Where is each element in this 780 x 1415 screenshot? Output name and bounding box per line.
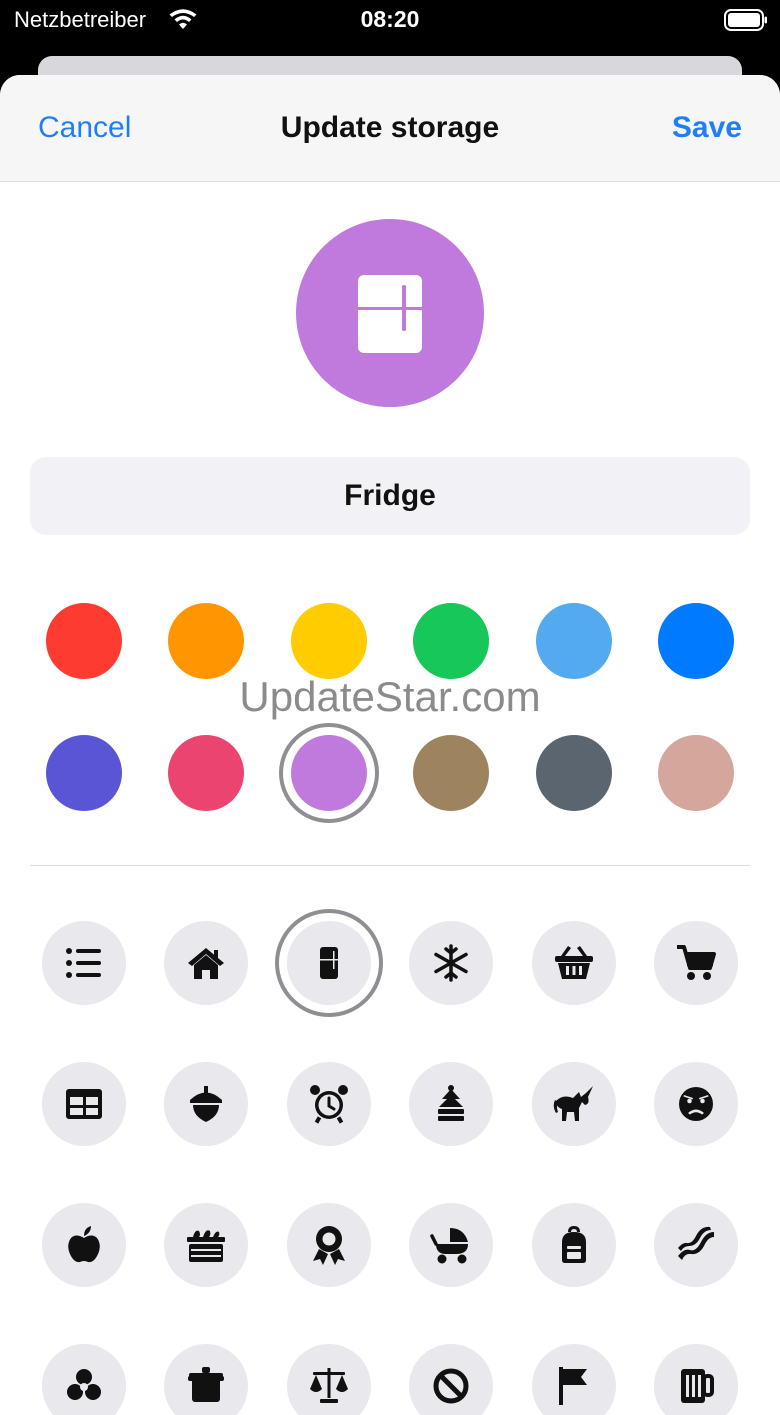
- icon-option-home[interactable]: [164, 921, 249, 1005]
- angry-face-icon: [679, 1087, 713, 1121]
- color-swatch[interactable]: [168, 603, 245, 679]
- acorn-icon: [190, 1086, 223, 1122]
- suitcase-icon: [188, 1367, 225, 1402]
- icon-option-beer[interactable]: [654, 1344, 738, 1415]
- storage-name-input[interactable]: [30, 457, 750, 535]
- icon-option-flag[interactable]: [531, 1344, 616, 1415]
- icon-option-biohazard[interactable]: [42, 1344, 126, 1415]
- icon-option-backpack[interactable]: [531, 1203, 616, 1287]
- apple-icon: [68, 1226, 100, 1263]
- icon-option-snowflake[interactable]: [409, 921, 494, 1005]
- icon-option-list[interactable]: [42, 921, 126, 1005]
- icon-option-acorn[interactable]: [164, 1062, 249, 1146]
- icon-option-cart[interactable]: [654, 921, 738, 1005]
- cart-icon: [677, 945, 716, 980]
- watermark: UpdateStar.com: [239, 673, 541, 720]
- clock: 08:20: [360, 6, 420, 32]
- icon-option-suitcase[interactable]: [164, 1344, 249, 1415]
- storage-preview-avatar: [296, 219, 484, 407]
- color-swatch[interactable]: [290, 603, 367, 679]
- selected-icon-ring: [274, 909, 383, 1017]
- color-swatch[interactable]: [658, 735, 734, 811]
- beer-icon: [681, 1369, 714, 1403]
- icon-option-award[interactable]: [286, 1203, 371, 1287]
- icon-option-bacon[interactable]: [654, 1203, 738, 1287]
- color-swatch[interactable]: [413, 735, 490, 811]
- navigation-bar: Cancel Update storage Save: [0, 75, 780, 182]
- color-swatch[interactable]: [535, 603, 612, 679]
- ban-icon: [433, 1368, 469, 1404]
- update-storage-sheet: Cancel Update storage Save UpdateStar.co…: [0, 75, 780, 1415]
- icon-option-alarm-clock[interactable]: [286, 1062, 371, 1146]
- basket-icon: [554, 946, 593, 979]
- icon-option-angry-face[interactable]: [654, 1062, 738, 1146]
- fridge-icon: [358, 275, 422, 353]
- table-icon: [66, 1089, 102, 1119]
- color-swatch[interactable]: [168, 735, 245, 811]
- flag-icon: [558, 1367, 587, 1405]
- alarm-clock-icon: [309, 1085, 348, 1124]
- icon-option-table[interactable]: [42, 1062, 126, 1146]
- list-icon: [66, 948, 101, 978]
- home-icon: [188, 948, 225, 979]
- icon-option-scale[interactable]: [286, 1344, 371, 1415]
- battery-icon: [724, 9, 767, 31]
- tree-icon: [438, 1085, 465, 1121]
- icon-option-tree[interactable]: [409, 1062, 494, 1146]
- biohazard-icon: [67, 1369, 101, 1400]
- icon-option-crate[interactable]: [164, 1203, 249, 1287]
- color-swatch[interactable]: [46, 735, 122, 811]
- icon-option-basket[interactable]: [531, 921, 616, 1005]
- icon-option-unicorn[interactable]: [531, 1062, 616, 1146]
- unicorn-icon: [553, 1086, 593, 1121]
- icon-option-apple[interactable]: [42, 1203, 126, 1287]
- crate-icon: [187, 1230, 226, 1262]
- award-icon: [312, 1226, 345, 1265]
- section-divider: [30, 865, 750, 866]
- save-button[interactable]: Save: [672, 111, 742, 145]
- selected-color-ring: [278, 723, 379, 823]
- color-swatch[interactable]: [413, 603, 490, 679]
- status-bar: Netzbetreiber 08:20: [0, 0, 780, 40]
- icon-option-stroller[interactable]: [409, 1203, 494, 1287]
- page-title: Update storage: [280, 111, 500, 144]
- icon-option-ban[interactable]: [409, 1344, 494, 1415]
- snowflake-icon: [434, 944, 468, 982]
- color-swatch[interactable]: [46, 603, 122, 679]
- stroller-icon: [430, 1228, 469, 1264]
- bacon-icon: [678, 1226, 714, 1260]
- color-swatch[interactable]: [658, 603, 734, 679]
- color-swatch[interactable]: [535, 735, 612, 811]
- scale-icon: [309, 1368, 348, 1403]
- backpack-icon: [561, 1226, 586, 1263]
